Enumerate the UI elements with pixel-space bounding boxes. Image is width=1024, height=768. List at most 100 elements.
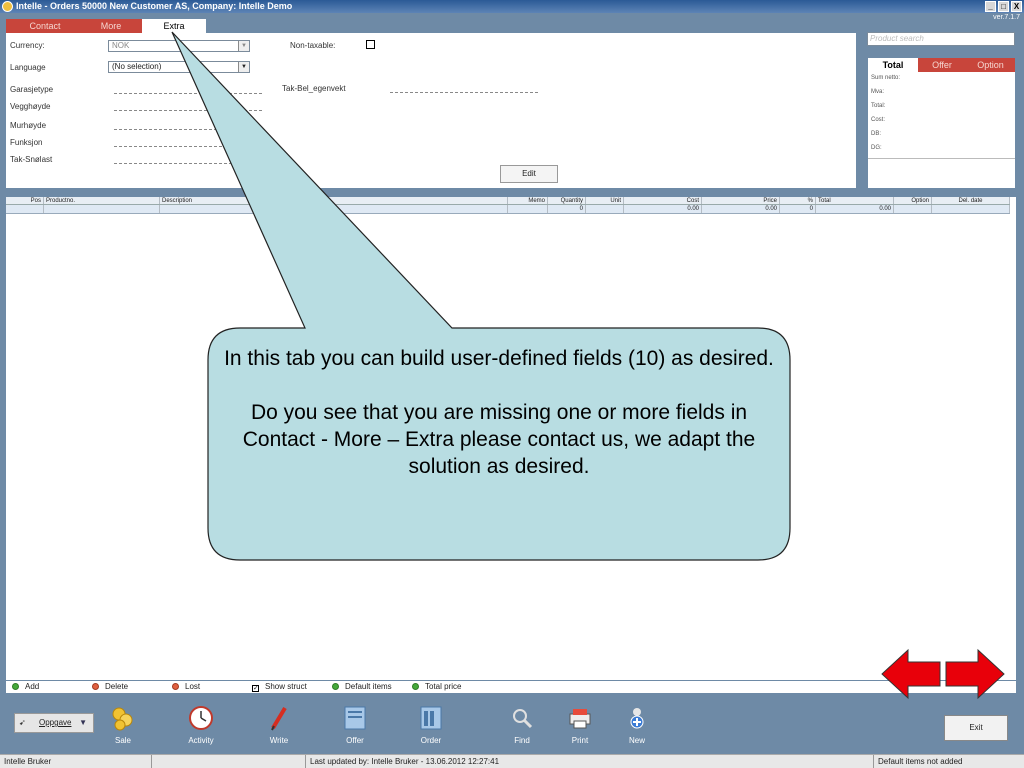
total-price-icon <box>412 683 419 690</box>
offer-button[interactable]: Offer <box>330 705 380 745</box>
app-icon <box>2 1 13 12</box>
activity-label: Activity <box>188 736 214 745</box>
exit-button[interactable]: Exit <box>944 715 1008 741</box>
cell-del-date[interactable] <box>932 205 1010 213</box>
cost-label: Cost: <box>871 117 886 123</box>
col-header-cost[interactable]: Cost <box>624 197 702 204</box>
language-label: Language <box>10 63 46 72</box>
print-label: Print <box>571 736 589 745</box>
close-button[interactable]: X <box>1011 1 1022 12</box>
col-header-productno[interactable]: Productno. <box>44 197 160 204</box>
col-header-del-date[interactable]: Del. date <box>932 197 1010 204</box>
tab-offer[interactable]: Offer <box>918 58 966 72</box>
cell-cost[interactable]: 0.00 <box>624 205 702 213</box>
field-input-murhoyde[interactable] <box>114 129 262 130</box>
cell-description[interactable] <box>160 205 508 213</box>
db-label: DB: <box>871 131 882 137</box>
oppgave-dropdown[interactable]: ➹ Oppgave ▼ <box>14 713 94 733</box>
version-label: ver.7.1.7 <box>993 14 1020 21</box>
field-input-vegghoyde[interactable] <box>114 110 262 111</box>
field-label-tak-bel-egenvekt: Tak-Bel_egenvekt <box>282 84 346 93</box>
add-label: Add <box>25 682 40 691</box>
printer-icon <box>569 709 591 729</box>
field-input-funksjon[interactable] <box>114 146 262 147</box>
pin-icon: ➹ <box>19 718 26 727</box>
new-label: New <box>628 736 645 745</box>
order-button[interactable]: Order <box>406 705 456 745</box>
window-title: Intelle - Orders 50000 New Customer AS, … <box>16 1 293 11</box>
field-label-vegghoyde: Vegghøyde <box>10 102 51 111</box>
cell-unit[interactable] <box>586 205 624 213</box>
non-taxable-checkbox[interactable] <box>366 40 375 49</box>
callout-text: In this tab you can build user-defined f… <box>224 345 774 507</box>
edit-button[interactable]: Edit <box>500 165 558 183</box>
oppgave-label: Oppgave <box>39 718 72 727</box>
cell-quantity[interactable]: 0 <box>548 205 586 213</box>
add-line-button[interactable]: Add <box>12 681 39 693</box>
col-header-pos[interactable]: Pos <box>6 197 44 204</box>
col-header-quantity[interactable]: Quantity <box>548 197 586 204</box>
lost-icon <box>172 683 179 690</box>
order-label: Order <box>420 736 442 745</box>
offer-label: Offer <box>346 736 364 745</box>
chevron-down-icon: ▼ <box>238 41 249 51</box>
checkbox-checked-icon[interactable]: ✓ <box>252 685 259 692</box>
default-items-button[interactable]: Default items <box>332 681 392 693</box>
chevron-down-icon: ▼ <box>79 718 87 727</box>
slide-navigation <box>881 648 1005 700</box>
col-header-option[interactable]: Option <box>894 197 932 204</box>
tab-contact[interactable]: Contact <box>6 19 84 33</box>
cell-price[interactable]: 0.00 <box>702 205 780 213</box>
col-header-percent[interactable]: % <box>780 197 816 204</box>
order-sheet-icon <box>420 706 442 730</box>
col-header-total[interactable]: Total <box>816 197 894 204</box>
cell-productno[interactable] <box>44 205 160 213</box>
write-button[interactable]: Write <box>254 705 304 745</box>
lost-label: Lost <box>185 682 201 691</box>
activity-button[interactable]: Activity <box>176 705 226 745</box>
language-select[interactable]: (No selection) ▼ <box>108 61 250 73</box>
default-items-icon <box>332 683 339 690</box>
cell-pos[interactable] <box>6 205 44 213</box>
new-button[interactable]: New <box>612 705 662 745</box>
lost-button[interactable]: Lost <box>172 681 200 693</box>
cell-option[interactable] <box>894 205 932 213</box>
prev-arrow-icon[interactable] <box>881 648 941 700</box>
field-input-tak-snolast[interactable] <box>114 163 262 164</box>
field-input-garasjetype[interactable] <box>114 93 262 94</box>
print-button[interactable]: Print <box>555 705 605 745</box>
delete-line-button[interactable]: Delete <box>92 681 128 693</box>
cell-total[interactable]: 0.00 <box>816 205 894 213</box>
col-header-price[interactable]: Price <box>702 197 780 204</box>
tab-option[interactable]: Option <box>966 58 1015 72</box>
maximize-button[interactable]: □ <box>998 1 1009 12</box>
cell-percent[interactable]: 0 <box>780 205 816 213</box>
product-search-input[interactable]: Product search <box>867 32 1015 46</box>
find-button[interactable]: Find <box>497 705 547 745</box>
col-header-memo[interactable]: Memo <box>508 197 548 204</box>
pen-icon <box>271 706 287 731</box>
table-row[interactable]: 0 0.00 0.00 0 0.00 <box>6 205 1010 214</box>
callout-paragraph-1: In this tab you can build user-defined f… <box>224 347 774 370</box>
cell-memo[interactable] <box>508 205 548 213</box>
currency-value: NOK <box>112 41 130 50</box>
show-struct-toggle[interactable]: ✓ Show struct <box>252 681 307 693</box>
tab-more[interactable]: More <box>80 19 142 33</box>
clock-icon <box>189 706 213 730</box>
sale-button[interactable]: Sale <box>98 705 148 745</box>
currency-select[interactable]: NOK ▼ <box>108 40 250 52</box>
add-icon <box>12 683 19 690</box>
line-actions-bar: Add Delete Lost ✓ Show struct Default ite… <box>6 681 1016 693</box>
tab-total[interactable]: Total <box>868 58 918 72</box>
field-input-tak-bel-egenvekt[interactable] <box>390 92 538 93</box>
document-icon <box>344 706 366 730</box>
col-header-unit[interactable]: Unit <box>586 197 624 204</box>
next-arrow-icon[interactable] <box>945 648 1005 700</box>
col-header-description[interactable]: Description <box>160 197 508 204</box>
minimize-button[interactable]: _ <box>985 1 996 12</box>
extra-fields-panel: Currency: NOK ▼ Non-taxable: Language (N… <box>6 33 856 188</box>
tab-extra[interactable]: Extra <box>142 19 206 33</box>
field-label-tak-snolast: Tak-Snølast <box>10 155 53 164</box>
total-price-button[interactable]: Total price <box>412 681 461 693</box>
sum-netto-label: Sum netto: <box>871 75 901 81</box>
